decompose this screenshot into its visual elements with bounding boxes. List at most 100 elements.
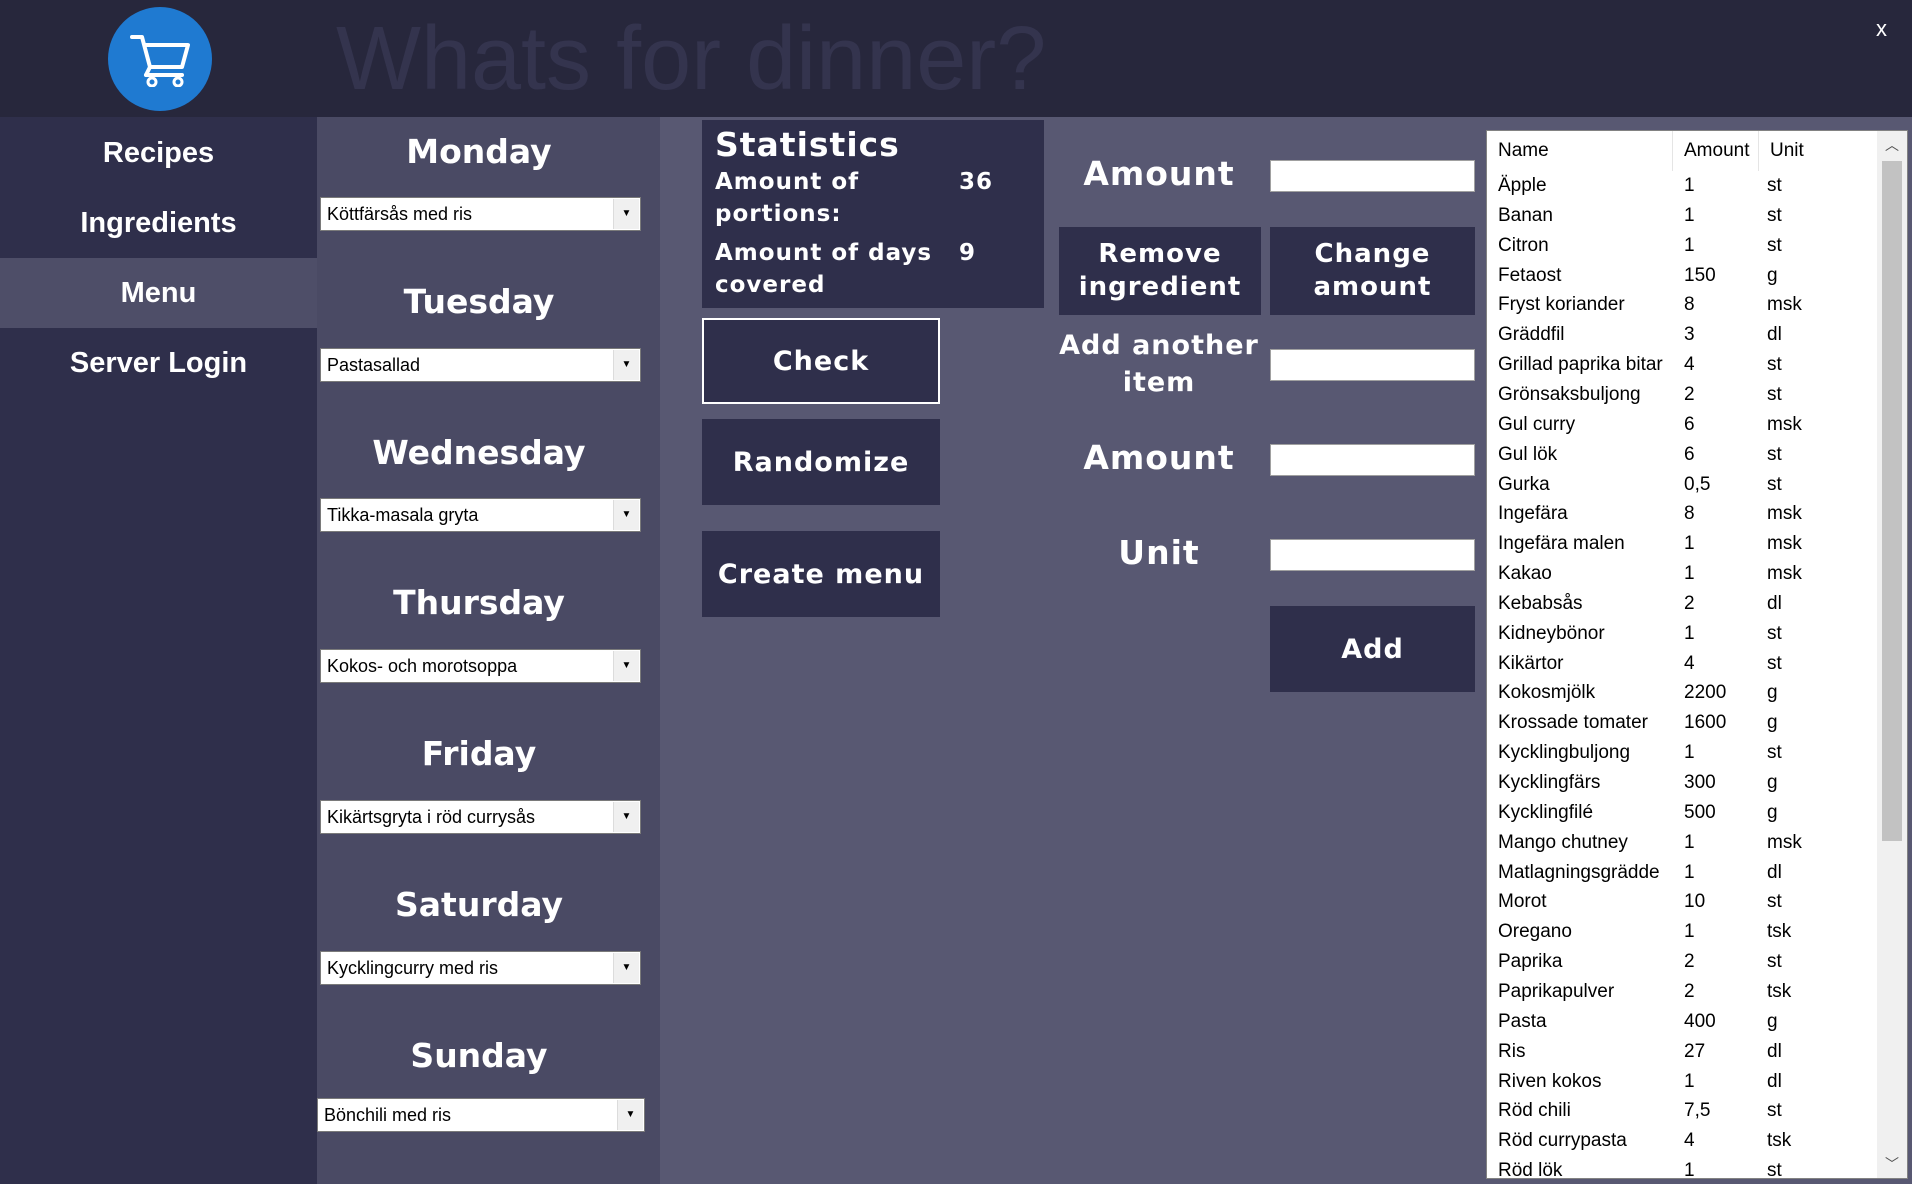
scroll-up-icon[interactable]: ︿ [1877,131,1907,159]
chevron-down-icon[interactable]: ▼ [613,651,639,681]
list-item[interactable]: Oregano 1 tsk [1487,918,1878,948]
ingredient-amount: 1600 [1684,712,1727,734]
ingredient-unit: st [1767,234,1782,256]
chevron-down-icon[interactable]: ▼ [613,199,639,229]
chevron-down-icon[interactable]: ▼ [613,802,639,832]
check-button[interactable]: Check [702,318,940,404]
sidebar-item-ingredients[interactable]: Ingredients [0,188,317,258]
column-header-name[interactable]: Name [1487,131,1673,171]
list-item[interactable]: Kikärtor 4 st [1487,650,1878,680]
sidebar-item-server-login[interactable]: Server Login [0,328,317,398]
recipe-select-friday[interactable]: Kikärtsgryta i röd currysås ▼ [320,800,641,834]
list-item[interactable]: Röd chili 7,5 st [1487,1097,1878,1127]
list-item[interactable]: Gräddfil 3 dl [1487,321,1878,351]
list-item[interactable]: Krossade tomater 1600 g [1487,709,1878,739]
chevron-down-icon[interactable]: ▼ [617,1100,643,1130]
list-item[interactable]: Gul lök 6 st [1487,441,1878,471]
ingredient-unit: msk [1767,831,1802,853]
list-item[interactable]: Grönsaksbuljong 2 st [1487,381,1878,411]
sidebar-item-recipes[interactable]: Recipes [0,118,317,188]
change-amount-button[interactable]: Change amount [1270,227,1475,315]
recipe-select-monday[interactable]: Köttfärsås med ris ▼ [320,197,641,231]
recipe-select-tuesday[interactable]: Pastasallad ▼ [320,348,641,382]
ingredient-name: Riven kokos [1498,1070,1602,1092]
ingredient-name: Oregano [1498,921,1572,943]
list-item[interactable]: Kakao 1 msk [1487,560,1878,590]
list-item[interactable]: Mango chutney 1 msk [1487,829,1878,859]
list-item[interactable]: Gurka 0,5 st [1487,471,1878,501]
list-scrollbar[interactable]: ︿ ﹀ [1877,131,1907,1178]
list-item[interactable]: Fryst koriander 8 msk [1487,291,1878,321]
ingredient-unit: dl [1767,861,1782,883]
list-item[interactable]: Röd lök 1 st [1487,1157,1878,1178]
scroll-down-icon[interactable]: ﹀ [1877,1150,1907,1178]
list-item[interactable]: Fetaost 150 g [1487,262,1878,292]
ingredient-name: Banan [1498,204,1553,226]
column-header-amount[interactable]: Amount [1673,131,1759,171]
list-item[interactable]: Kycklingfärs 300 g [1487,769,1878,799]
ingredient-name: Morot [1498,891,1547,913]
days-covered-label: Amount of days [715,240,933,266]
sidebar-item-menu[interactable]: Menu [0,258,317,328]
close-button[interactable]: x [1876,16,1887,42]
ingredient-unit: st [1767,443,1782,465]
list-item[interactable]: Kycklingfilé 500 g [1487,799,1878,829]
list-item[interactable]: Kycklingbuljong 1 st [1487,739,1878,769]
remove-ingredient-button[interactable]: Remove ingredient [1059,227,1261,315]
new-item-amount-input[interactable] [1270,444,1475,476]
list-item[interactable]: Gul curry 6 msk [1487,411,1878,441]
ingredient-name: Gul curry [1498,413,1576,435]
list-item[interactable]: Citron 1 st [1487,232,1878,262]
list-item[interactable]: Banan 1 st [1487,202,1878,232]
column-header-unit[interactable]: Unit [1759,131,1878,171]
chevron-down-icon[interactable]: ▼ [613,500,639,530]
list-item[interactable]: Ingefära malen 1 msk [1487,530,1878,560]
randomize-button[interactable]: Randomize [702,419,940,505]
ingredient-amount: 4 [1684,1130,1695,1152]
chevron-down-icon[interactable]: ▼ [613,953,639,983]
list-item[interactable]: Kebabsås 2 dl [1487,590,1878,620]
ingredient-name: Fetaost [1498,264,1562,286]
day-label-friday: Friday [421,734,537,773]
ingredient-amount: 2 [1684,592,1695,614]
ingredient-unit: st [1767,383,1782,405]
scroll-thumb[interactable] [1882,161,1902,841]
list-item[interactable]: Röd currypasta 4 tsk [1487,1127,1878,1157]
list-item[interactable]: Kokosmjölk 2200 g [1487,679,1878,709]
ingredient-unit: st [1767,473,1782,495]
recipe-select-sunday[interactable]: Bönchili med ris ▼ [317,1098,645,1132]
amount-input[interactable] [1270,160,1475,192]
create-menu-button[interactable]: Create menu [702,531,940,617]
recipe-select-thursday[interactable]: Kokos- och morotsoppa ▼ [320,649,641,683]
change-amount-label-line2: amount [1313,272,1432,302]
list-item[interactable]: Matlagningsgrädde 1 dl [1487,859,1878,889]
unit-input[interactable] [1270,539,1475,571]
ingredient-unit: g [1767,772,1778,793]
day-label-tuesday: Tuesday [403,282,555,321]
list-item[interactable]: Ingefära 8 msk [1487,500,1878,530]
recipe-select-wednesday[interactable]: Tikka-masala gryta ▼ [320,498,641,532]
list-item[interactable]: Pasta 400 g [1487,1008,1878,1038]
ingredient-name: Kakao [1498,563,1552,585]
selected-recipe: Pastasallad [327,355,421,375]
add-another-item-label-line2: item [1122,367,1196,398]
ingredient-unit: dl [1767,324,1782,346]
ingredient-unit: g [1767,264,1778,286]
ingredient-amount: 1 [1684,204,1695,226]
list-item[interactable]: Äpple 1 st [1487,172,1878,202]
list-item[interactable]: Kidneybönor 1 st [1487,620,1878,650]
recipe-select-saturday[interactable]: Kycklingcurry med ris ▼ [320,951,641,985]
portions-label: Amount of [715,169,860,195]
list-item[interactable]: Ris 27 dl [1487,1038,1878,1068]
add-button[interactable]: Add [1270,606,1475,692]
list-item[interactable]: Riven kokos 1 dl [1487,1068,1878,1098]
list-item[interactable]: Paprika 2 st [1487,948,1878,978]
ingredient-list[interactable]: Name Amount Unit Äpple 1 st Banan 1 st Citron 1… [1486,130,1908,1179]
chevron-down-icon[interactable]: ▼ [613,350,639,380]
item-name-input[interactable] [1270,349,1475,381]
list-item[interactable]: Paprikapulver 2 tsk [1487,978,1878,1008]
remove-ingredient-label: Remove [1098,239,1222,269]
ingredient-unit: msk [1767,503,1802,525]
list-item[interactable]: Grillad paprika bitar 4 st [1487,351,1878,381]
list-item[interactable]: Morot 10 st [1487,888,1878,918]
